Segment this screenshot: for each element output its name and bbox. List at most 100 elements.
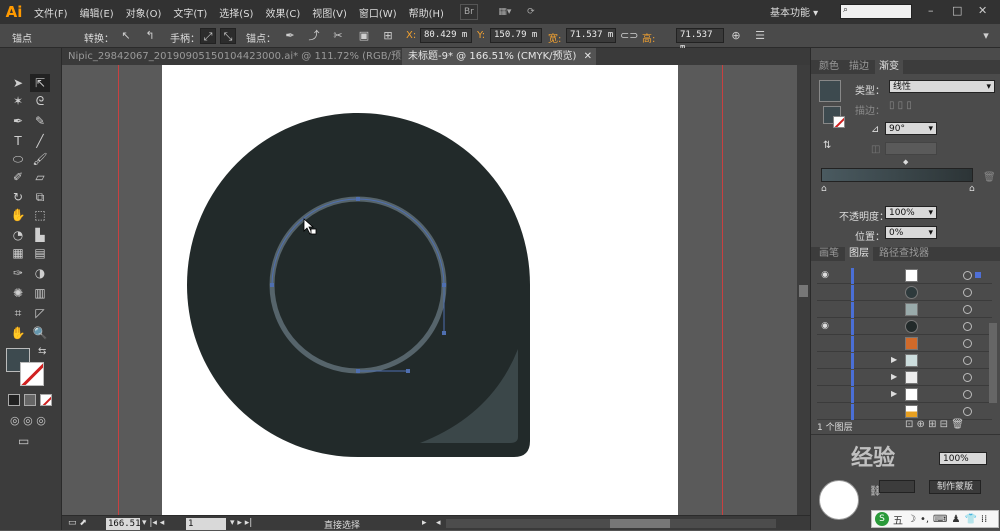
target-icon[interactable] [963,390,972,399]
symbol-sprayer-icon[interactable]: ✺ [8,284,28,302]
teardrop-shape[interactable] [187,113,530,457]
shape-builder-icon[interactable]: ◔ [8,226,28,244]
layer-row[interactable] [817,302,992,318]
maximize-button[interactable]: □ [952,4,962,17]
rotate-tool-icon[interactable]: ↻ [8,188,28,206]
punctuation-icon[interactable]: •, [920,514,929,525]
layer-row[interactable]: ▶ [817,370,992,386]
type-tool-icon[interactable]: T [8,132,28,150]
target-icon[interactable] [963,271,972,280]
draw-mode-icon[interactable]: ◎ ◎ ◎ [10,414,46,427]
ime-toolbar[interactable]: S 五 ☽ •, ⌨ ♟ 👕 ⁞⁞ [871,510,999,528]
eye-icon[interactable]: ◉ [819,321,831,333]
layer-row[interactable] [817,285,992,301]
eye-icon[interactable]: ◉ [819,270,831,282]
color-mode-icon[interactable] [8,394,20,406]
grid-icon[interactable]: ⁞⁞ [981,514,987,525]
gradient-stop-left[interactable]: ⌂ [821,184,827,194]
delete-stop-icon[interactable]: 🗑 [983,172,996,183]
transform-icon[interactable]: ⊕ [728,28,744,44]
artboard-tool-icon[interactable]: ⌗ [8,304,28,322]
remove-anchor-icon[interactable]: ✒ [282,28,298,44]
layer-row[interactable]: ▶ [817,353,992,369]
direct-selection-tool-icon[interactable]: ⇱ [30,74,50,92]
layers-scrollbar[interactable] [989,323,997,403]
menu-select[interactable]: 选择(S) [213,5,259,20]
gradient-stop-right[interactable]: ⌂ [969,184,975,194]
convert-smooth-icon[interactable]: ↰ [142,28,158,44]
search-input[interactable] [840,4,912,19]
hscroll-thumb[interactable] [610,519,670,528]
align-anchor-icon[interactable]: ⊞ [380,28,396,44]
canvas-area[interactable] [62,65,797,515]
zoom-tool-icon[interactable]: 🔍 [30,324,50,342]
swatch-none-icon[interactable] [833,116,845,128]
show-handles-icon[interactable]: ⤢ [200,28,216,44]
tab-document-untitled[interactable]: 未标题-9* @ 166.51% (CMYK/预览) ✕ [402,48,596,65]
mask-thumbnail[interactable] [819,480,859,520]
none-mode-icon[interactable] [40,394,52,406]
menu-help[interactable]: 帮助(H) [403,5,450,20]
menu-window[interactable]: 窗口(W) [353,5,403,20]
convert-corner-icon[interactable]: ↖ [118,28,134,44]
scroll-thumb[interactable] [799,285,808,297]
eyedropper-icon[interactable]: ✑ [8,264,28,282]
scale-tool-icon[interactable]: ⧉ [30,188,50,206]
anchor-point[interactable] [270,283,274,287]
more-options-icon[interactable]: ☰ [752,28,768,44]
tab-document-nipic[interactable]: Nipic_29842067_20190905150104423000.ai* … [62,48,430,65]
target-icon[interactable] [963,322,972,331]
vertical-scrollbar[interactable] [797,65,810,515]
ellipse-tool-icon[interactable]: ⬭ [8,150,28,168]
sync-icon[interactable]: ⟳ [522,4,540,20]
arrange-documents-icon[interactable]: ▦▾ [496,4,514,20]
keyboard-icon[interactable]: ⌨ [933,514,947,525]
ime-mode-icon[interactable]: 五 [893,512,903,527]
layer-row[interactable]: ◉ [817,268,992,284]
target-icon[interactable] [963,356,972,365]
width-field[interactable]: 71.537 m [566,28,616,43]
target-icon[interactable] [963,339,972,348]
tab-layers[interactable]: 图层 [845,247,873,261]
magic-wand-icon[interactable]: ✶ [8,92,28,110]
connect-anchor-icon[interactable]: ⤴ [306,28,322,44]
layer-row[interactable] [817,404,992,420]
anchor-point[interactable] [406,369,410,373]
anchor-point[interactable] [356,369,360,373]
free-transform-icon[interactable]: ⬚ [30,206,50,224]
user-icon[interactable]: ♟ [951,514,960,525]
layer-actions-icons[interactable]: ⊡ ⊕ ⊞ ⊟ 🗑 [905,419,964,430]
layer-row[interactable]: ◉ [817,319,992,335]
location-select[interactable]: 0% ▾ [885,226,937,239]
anchor-point[interactable] [442,283,446,287]
y-field[interactable]: 150.79 m [490,28,542,43]
gradient-preview-swatch[interactable] [819,80,841,102]
target-icon[interactable] [963,305,972,314]
menu-view[interactable]: 视图(V) [306,5,353,20]
gradient-slider[interactable] [821,168,973,182]
target-icon[interactable] [963,407,972,416]
pin-icon[interactable]: ▾ [978,28,994,44]
pen-tool-icon[interactable]: ✒ [8,112,28,130]
target-icon[interactable] [963,373,972,382]
anchor-point[interactable] [356,197,360,201]
brush-tool-icon[interactable]: 🖌 [30,150,50,168]
height-field[interactable]: 71.537 m [676,28,724,53]
eraser-tool-icon[interactable]: ▱ [30,168,50,186]
expand-arrow-icon[interactable]: ▶ [891,372,897,381]
close-window-button[interactable]: ✕ [978,4,987,17]
make-mask-button[interactable]: 制作蒙版 [929,480,981,494]
slice-tool-icon[interactable]: ◸ [30,304,50,322]
warp-tool-icon[interactable]: ✋ [8,206,28,224]
menu-effect[interactable]: 效果(C) [259,5,306,20]
anchor-point[interactable] [442,331,446,335]
pencil-tool-icon[interactable]: ✐ [8,168,28,186]
page-field[interactable]: 1 [186,518,226,530]
opacity-select[interactable]: 100% ▾ [885,206,937,219]
gradient-type-select[interactable]: 线性 ▾ [889,80,995,93]
tab-pathfinder[interactable]: 路径查找器 [875,247,933,261]
column-graph-icon[interactable]: ▥ [30,284,50,302]
line-tool-icon[interactable]: ╱ [30,132,50,150]
workspace-switcher[interactable]: 基本功能 ▾ [770,4,818,19]
stroke-swatch[interactable] [20,362,44,386]
